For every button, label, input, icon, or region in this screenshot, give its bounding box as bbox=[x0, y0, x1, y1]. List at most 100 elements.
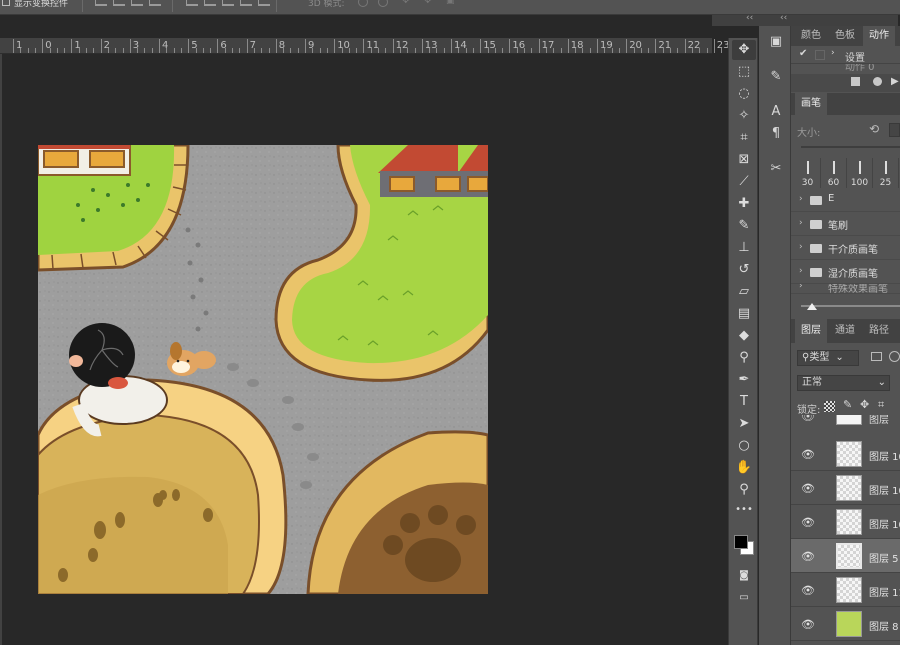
brush-folder-row[interactable]: › 特殊效果画笔 bbox=[791, 284, 900, 294]
align-right-icon[interactable] bbox=[204, 0, 216, 6]
lock-position-icon[interactable]: ✥ bbox=[860, 398, 869, 411]
character-panel-icon[interactable]: A bbox=[765, 101, 787, 123]
quick-mask-icon[interactable]: ◙ bbox=[732, 566, 756, 586]
lock-transparency-icon[interactable] bbox=[824, 401, 835, 412]
layer-row-selected[interactable]: 👁 图层 5 bbox=[791, 539, 900, 573]
magic-wand-tool-icon[interactable]: ✧ bbox=[732, 106, 756, 126]
3d-slide-icon[interactable]: ✥ bbox=[424, 0, 432, 6]
layer-row[interactable]: 👁 图层 10 bbox=[791, 471, 900, 505]
brush-folder-row[interactable]: › E bbox=[791, 188, 900, 212]
show-transform-checkbox[interactable] bbox=[2, 0, 10, 6]
blur-tool-icon[interactable]: ◆ bbox=[732, 326, 756, 346]
align-bottom-icon[interactable] bbox=[131, 0, 143, 6]
tab-brushes[interactable]: 画笔 bbox=[795, 93, 827, 115]
distribute-icon[interactable] bbox=[222, 0, 234, 6]
distribute-h-icon[interactable] bbox=[240, 0, 252, 6]
distribute-v-icon[interactable] bbox=[258, 0, 270, 6]
screen-mode-icon[interactable]: ▭ bbox=[732, 588, 756, 608]
chevron-right-icon[interactable]: › bbox=[799, 218, 803, 228]
crop-tool-icon[interactable]: ⌗ bbox=[732, 128, 756, 148]
foreground-color-swatch[interactable] bbox=[734, 535, 748, 549]
pen-tool-icon[interactable]: ✒ bbox=[732, 370, 756, 390]
eye-icon[interactable]: 👁 bbox=[801, 482, 815, 495]
tab-color[interactable]: 颜色 bbox=[795, 26, 827, 46]
horizontal-ruler[interactable]: 1 0 1 2 3 4 5 6 7 8 9 10 11 12 13 14 15 16 17 18 19 20 21 22 23 bbox=[0, 38, 737, 54]
3d-pan-icon[interactable]: ✥ bbox=[402, 0, 410, 6]
history-brush-tool-icon[interactable]: ↺ bbox=[732, 260, 756, 280]
align-hcenter-icon[interactable] bbox=[186, 0, 198, 6]
record-icon[interactable] bbox=[873, 77, 882, 86]
action-dialog-toggle[interactable] bbox=[815, 50, 825, 60]
type-tool-icon[interactable]: T bbox=[732, 392, 756, 412]
path-selection-tool-icon[interactable]: ➤ bbox=[732, 414, 756, 434]
brush-tip-100[interactable]: 100 bbox=[847, 158, 873, 188]
hand-tool-icon[interactable]: ✋ bbox=[732, 458, 756, 478]
3d-scale-icon[interactable]: ▣ bbox=[446, 0, 455, 6]
collapse-panels-button[interactable]: ‹‹ bbox=[780, 13, 787, 23]
more-options-icon[interactable]: ••• bbox=[285, 0, 301, 5]
play-icon[interactable]: ▶ bbox=[891, 76, 899, 87]
tool-presets-panel-icon[interactable]: ✂ bbox=[765, 158, 787, 180]
layer-row[interactable]: 👁 图层 8 bbox=[791, 607, 900, 641]
image-filter-icon[interactable] bbox=[871, 352, 882, 361]
vertical-ruler[interactable] bbox=[0, 54, 2, 645]
tab-layers[interactable]: 图层 bbox=[795, 319, 827, 343]
chevron-right-icon[interactable]: › bbox=[831, 48, 835, 58]
reset-icon[interactable]: ⟲ bbox=[869, 122, 879, 136]
zoom-tool-icon[interactable]: ⚲ bbox=[732, 480, 756, 500]
chevron-right-icon[interactable]: › bbox=[799, 284, 803, 291]
layer-row[interactable]: 👁 图层 10 bbox=[791, 437, 900, 471]
brush-settings-panel-icon[interactable]: ✎ bbox=[765, 66, 787, 88]
lock-artboard-icon[interactable]: ⌗ bbox=[878, 398, 884, 412]
document-canvas[interactable] bbox=[38, 145, 488, 594]
layer-row[interactable]: 👁 图层 11 bbox=[791, 573, 900, 607]
dodge-tool-icon[interactable]: ⚲ bbox=[732, 348, 756, 368]
eye-icon[interactable]: 👁 bbox=[801, 415, 815, 423]
gradient-tool-icon[interactable]: ▤ bbox=[732, 304, 756, 324]
brush-size-slider[interactable] bbox=[801, 146, 900, 148]
action-check-icon[interactable]: ✔ bbox=[799, 48, 807, 59]
layer-row[interactable]: 👁 图层 10 bbox=[791, 505, 900, 539]
chevron-right-icon[interactable]: › bbox=[799, 194, 803, 204]
tab-paths[interactable]: 路径 bbox=[863, 319, 895, 343]
healing-brush-tool-icon[interactable]: ✚ bbox=[732, 194, 756, 214]
eye-icon[interactable]: 👁 bbox=[801, 584, 815, 597]
marquee-tool-icon[interactable]: ⬚ bbox=[732, 62, 756, 82]
eye-icon[interactable]: 👁 bbox=[801, 618, 815, 631]
frame-tool-icon[interactable]: ⊠ bbox=[732, 150, 756, 170]
paragraph-panel-icon[interactable]: ¶ bbox=[765, 123, 787, 145]
action-row[interactable]: ✔ › 设置 bbox=[791, 46, 900, 64]
brush-size-field[interactable] bbox=[889, 123, 900, 137]
align-top-icon[interactable] bbox=[95, 0, 107, 6]
brush-folder-row[interactable]: › 笔刷 bbox=[791, 212, 900, 236]
brush-tool-icon[interactable]: ✎ bbox=[732, 216, 756, 236]
layer-row-partial[interactable]: 👁 图层 10 bbox=[791, 415, 900, 425]
collapse-toolbar-button[interactable]: ‹‹ bbox=[746, 13, 753, 23]
brush-folder-row[interactable]: › 干介质画笔 bbox=[791, 236, 900, 260]
align-left-icon[interactable] bbox=[149, 0, 161, 6]
move-tool-icon[interactable]: ✥ bbox=[732, 40, 756, 60]
tab-swatches[interactable]: 色板 bbox=[829, 26, 861, 46]
3d-orbit-icon[interactable] bbox=[358, 0, 368, 7]
lasso-tool-icon[interactable]: ◌ bbox=[732, 84, 756, 104]
chevron-right-icon[interactable]: › bbox=[799, 242, 803, 252]
3d-roll-icon[interactable] bbox=[378, 0, 388, 7]
brush-tip-30[interactable]: 30 bbox=[795, 158, 821, 188]
lock-pixels-icon[interactable]: ✎ bbox=[843, 398, 852, 411]
layer-filter-select[interactable]: ⚲类型 ⌄ bbox=[797, 350, 859, 366]
eye-icon[interactable]: 👁 bbox=[801, 448, 815, 461]
tab-channels[interactable]: 通道 bbox=[829, 319, 861, 343]
chevron-right-icon[interactable]: › bbox=[799, 266, 803, 276]
brush-tip-25[interactable]: 25 bbox=[873, 158, 899, 188]
clone-stamp-tool-icon[interactable]: ⊥ bbox=[732, 238, 756, 258]
more-tools-icon[interactable]: ••• bbox=[732, 500, 756, 520]
brush-folder-row[interactable]: › 湿介质画笔 bbox=[791, 260, 900, 284]
color-picker-panel-icon[interactable]: ▣ bbox=[765, 31, 787, 53]
adjustment-filter-icon[interactable] bbox=[889, 351, 900, 362]
action-row-partial[interactable]: 动作 0 bbox=[791, 64, 900, 74]
tab-actions[interactable]: 动作 bbox=[863, 26, 895, 46]
eye-icon[interactable]: 👁 bbox=[801, 550, 815, 563]
stop-icon[interactable] bbox=[851, 77, 860, 86]
eraser-tool-icon[interactable]: ▱ bbox=[732, 282, 756, 302]
slider-thumb-icon[interactable] bbox=[807, 303, 817, 310]
